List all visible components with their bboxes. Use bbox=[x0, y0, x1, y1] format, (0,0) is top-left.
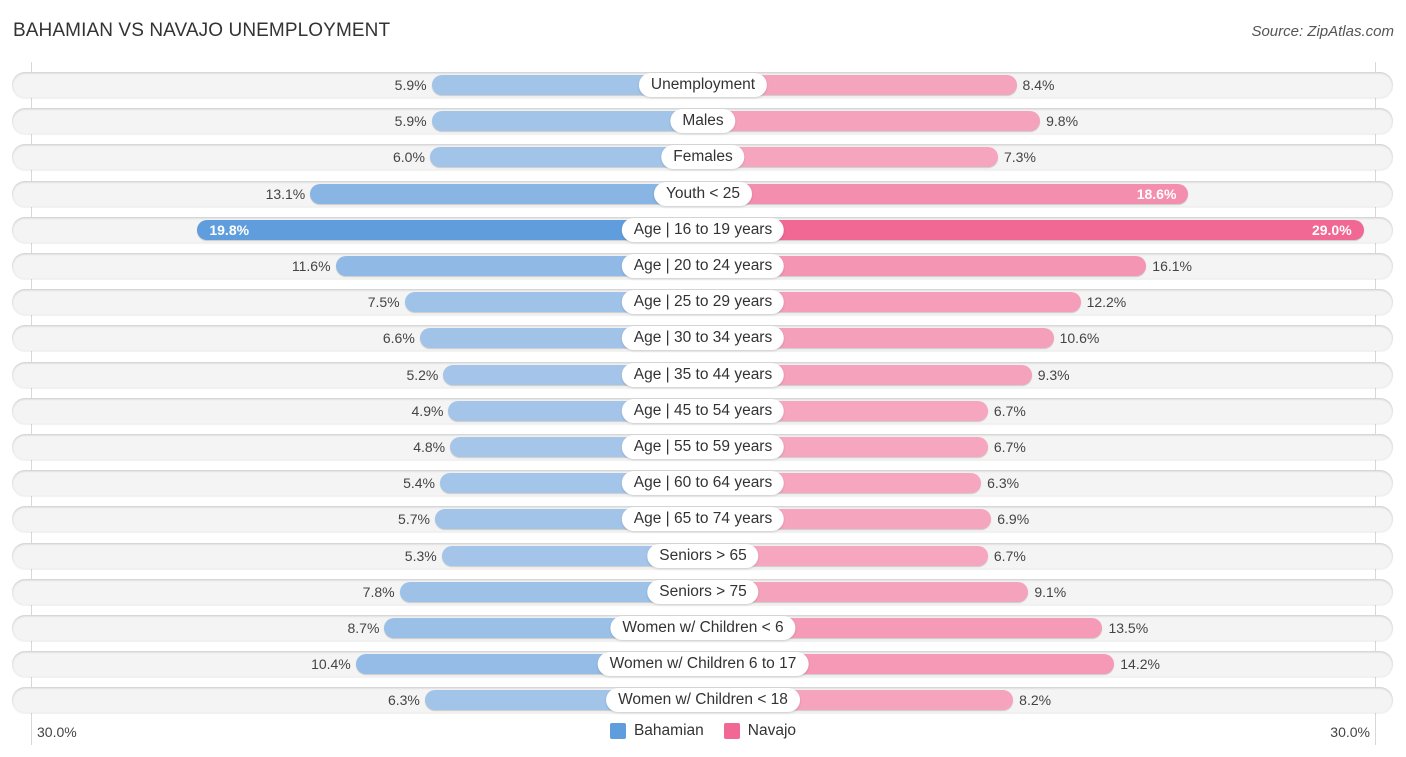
category-label: Females bbox=[661, 145, 745, 170]
value-label-navajo: 6.7% bbox=[993, 402, 1026, 419]
category-label: Males bbox=[670, 109, 736, 134]
value-label-bahamian: 13.1% bbox=[265, 185, 306, 202]
category-label: Seniors > 75 bbox=[647, 579, 759, 604]
value-label-bahamian: 5.4% bbox=[403, 475, 436, 492]
chart-rows: 5.9% 8.4% Unemployment 5.9% 9.8% Males 6.0% 7.3… bbox=[0, 0, 1406, 757]
legend-swatch-bahamian bbox=[609, 723, 626, 739]
category-label: Age | 20 to 24 years bbox=[621, 254, 785, 278]
value-label-navajo: 9.1% bbox=[1034, 583, 1067, 600]
category-label: Age | 45 to 54 years bbox=[621, 398, 785, 423]
value-label-bahamian: 4.8% bbox=[413, 439, 446, 455]
value-label-navajo: 12.2% bbox=[1086, 294, 1127, 311]
legend: Bahamian Navajo bbox=[0, 722, 1406, 740]
value-label-navajo: 7.3% bbox=[1004, 149, 1036, 166]
value-label-navajo: 6.7% bbox=[993, 547, 1026, 564]
value-label-navajo: 6.7% bbox=[993, 439, 1026, 455]
legend-item-navajo[interactable]: Navajo bbox=[723, 722, 797, 740]
value-label-navajo: 13.5% bbox=[1108, 620, 1149, 636]
value-label-navajo: 14.2% bbox=[1120, 656, 1160, 673]
category-label: Seniors > 65 bbox=[647, 543, 759, 568]
value-label-bahamian: 7.5% bbox=[367, 294, 400, 311]
value-label-bahamian: 5.3% bbox=[404, 547, 437, 564]
value-label-bahamian: 10.4% bbox=[311, 656, 351, 673]
bar-navajo[interactable] bbox=[703, 183, 1189, 204]
category-label: Age | 16 to 19 years bbox=[621, 217, 785, 242]
legend-label-bahamian: Bahamian bbox=[633, 722, 704, 739]
value-label-bahamian: 11.6% bbox=[291, 258, 331, 274]
value-label-navajo: 9.3% bbox=[1037, 366, 1070, 383]
value-label-bahamian: 19.8% bbox=[209, 221, 250, 238]
value-label-bahamian: 6.0% bbox=[392, 149, 425, 166]
value-label-bahamian: 5.2% bbox=[406, 366, 439, 383]
bar-navajo[interactable] bbox=[703, 147, 998, 168]
value-label-bahamian: 8.7% bbox=[347, 620, 380, 636]
value-label-bahamian: 4.9% bbox=[411, 402, 444, 419]
value-label-navajo: 10.6% bbox=[1059, 330, 1100, 347]
value-label-navajo: 29.0% bbox=[1311, 221, 1352, 238]
category-label: Age | 30 to 34 years bbox=[621, 326, 785, 351]
category-label: Women w/ Children < 18 bbox=[606, 688, 800, 713]
category-label: Age | 55 to 59 years bbox=[621, 435, 785, 459]
category-label: Unemployment bbox=[638, 73, 768, 97]
category-label: Age | 35 to 44 years bbox=[621, 362, 785, 387]
category-label: Age | 60 to 64 years bbox=[621, 471, 785, 496]
value-label-bahamian: 7.8% bbox=[362, 583, 395, 600]
value-label-navajo: 18.6% bbox=[1136, 185, 1177, 202]
value-label-navajo: 16.1% bbox=[1152, 258, 1192, 274]
value-label-navajo: 8.2% bbox=[1019, 692, 1052, 709]
category-label: Women w/ Children 6 to 17 bbox=[597, 652, 809, 677]
bar-bahamian[interactable] bbox=[431, 111, 703, 132]
category-label: Age | 25 to 29 years bbox=[621, 290, 785, 315]
legend-label-navajo: Navajo bbox=[747, 722, 797, 739]
value-label-bahamian: 5.9% bbox=[394, 113, 427, 130]
value-label-navajo: 8.4% bbox=[1022, 77, 1055, 93]
legend-item-bahamian[interactable]: Bahamian bbox=[609, 722, 704, 740]
value-label-bahamian: 6.3% bbox=[387, 692, 420, 709]
value-label-bahamian: 5.7% bbox=[398, 511, 430, 528]
value-label-navajo: 6.9% bbox=[997, 511, 1030, 528]
bar-navajo[interactable] bbox=[703, 111, 1041, 132]
value-label-navajo: 6.3% bbox=[987, 475, 1020, 492]
legend-swatch-navajo bbox=[723, 723, 740, 739]
category-label: Women w/ Children < 6 bbox=[610, 616, 796, 640]
bar-bahamian[interactable] bbox=[310, 183, 703, 204]
value-label-bahamian: 6.6% bbox=[382, 330, 415, 347]
value-label-bahamian: 5.9% bbox=[394, 77, 427, 93]
category-label: Age | 65 to 74 years bbox=[621, 507, 785, 532]
bar-navajo[interactable] bbox=[703, 219, 1364, 240]
category-label: Youth < 25 bbox=[654, 181, 752, 206]
value-label-navajo: 9.8% bbox=[1046, 113, 1079, 130]
